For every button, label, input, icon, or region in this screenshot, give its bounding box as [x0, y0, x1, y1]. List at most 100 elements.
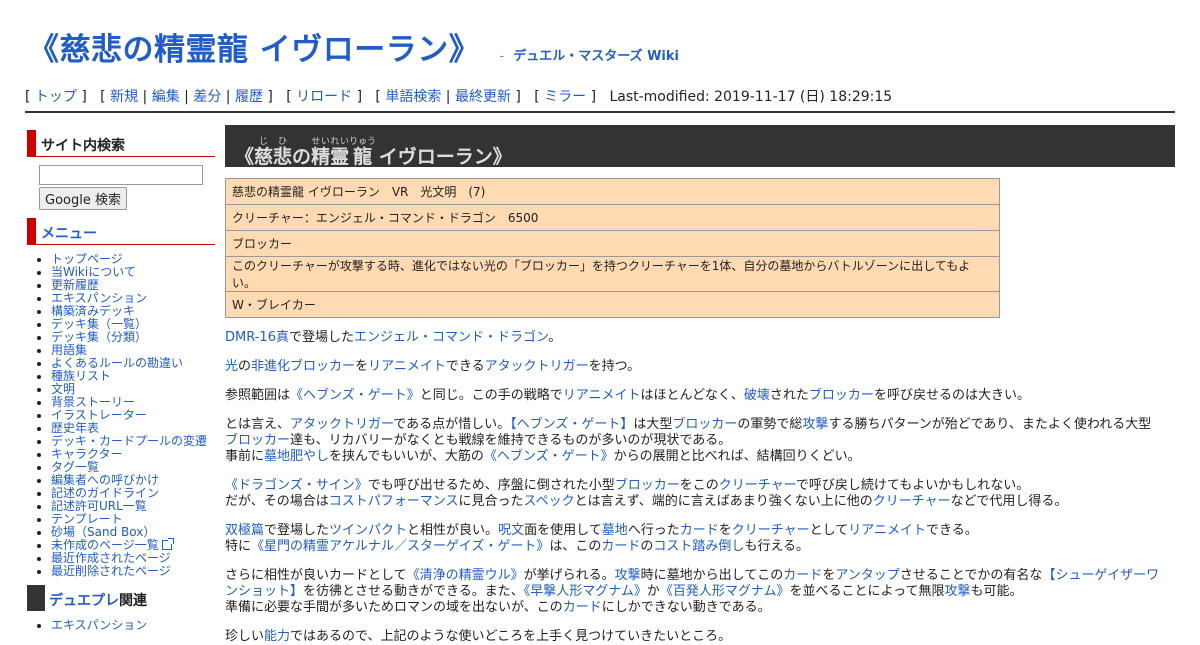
menu-link[interactable]: デッキ集（一覧）: [51, 317, 147, 331]
body-link[interactable]: リアニメイト: [563, 388, 641, 403]
sidebar: サイト内検索 Google 検索 メニュー トップページ 当Wikiについて 更…: [27, 130, 215, 632]
body-link[interactable]: 非進化: [251, 359, 290, 374]
body-link[interactable]: ンショット】: [225, 584, 303, 599]
menu-link[interactable]: 記述のガイドライン: [51, 486, 159, 500]
body-link[interactable]: アタックトリガー: [290, 417, 393, 432]
body-link[interactable]: 呪文: [498, 523, 524, 538]
duepre-link[interactable]: デュエプレ: [49, 593, 119, 609]
menu-link[interactable]: 種族リスト: [51, 369, 111, 383]
menu-link[interactable]: デッキ集（分類）: [51, 330, 147, 344]
navigation-bar: [ トップ ] [ 新規 | 編集 | 差分 | 履歴 ] [ リロード ] […: [25, 89, 893, 105]
menu-link[interactable]: 最近削除されたページ: [51, 564, 171, 578]
menu-link[interactable]: 構築済みデッキ: [51, 304, 135, 318]
body-link[interactable]: 【シューゲイザーワ: [1042, 568, 1159, 583]
body-link[interactable]: クリーチャー: [873, 494, 951, 509]
menu-link[interactable]: 未作成のページ一覧: [51, 538, 159, 552]
nav-diff-link[interactable]: 差分: [193, 89, 221, 105]
last-modified: Last-modified: 2019-11-17 (日) 18:29:15: [609, 89, 893, 105]
menu-link[interactable]: デッキ・カードプールの変遷: [51, 434, 207, 448]
site-name-link[interactable]: デュエル・マスターズ Wiki: [513, 49, 679, 64]
body-link[interactable]: 【ヘブンズ・ゲート】: [510, 417, 633, 432]
body-link[interactable]: クリーチャー: [719, 478, 796, 493]
body-link[interactable]: 《ヘブンズ・ゲート》: [484, 449, 614, 464]
body-link[interactable]: ブロッカー: [290, 359, 355, 374]
body-link[interactable]: カード: [601, 539, 640, 554]
body-link[interactable]: 《ヘブンズ・ゲート》: [290, 388, 420, 403]
menu-link[interactable]: 更新履歴: [51, 278, 99, 292]
menu-link[interactable]: 砂場（Sand Box）: [51, 525, 155, 539]
body-link[interactable]: アンタップ: [835, 568, 899, 583]
table-row: W・ブレイカー: [225, 291, 1000, 318]
card-ability-cell: このクリーチャーが攻撃する時、進化ではない光の「ブロッカー」を持つクリーチャーを…: [225, 256, 1000, 292]
body-link[interactable]: 破壊: [744, 388, 770, 403]
menu-link[interactable]: エキスパンション: [51, 291, 147, 305]
menu-link[interactable]: 歴史年表: [51, 421, 99, 435]
menu-link[interactable]: キャラクター: [51, 447, 123, 461]
menu-link[interactable]: イラストレーター: [51, 408, 147, 422]
nav-history-link[interactable]: 履歴: [235, 89, 263, 105]
list-item: 種族リスト: [51, 370, 215, 383]
menu-link[interactable]: 用語集: [51, 343, 87, 357]
body-link[interactable]: 攻撃: [945, 584, 971, 599]
body-link[interactable]: コスト踏み倒し: [653, 539, 744, 554]
body-link[interactable]: スペック: [524, 494, 575, 509]
page-title-link[interactable]: 《慈悲の精霊龍 イヴローラン》: [28, 32, 480, 68]
body-link[interactable]: 墓地肥やし: [264, 449, 329, 464]
menu-link[interactable]: タグ一覧: [51, 460, 99, 474]
body-link[interactable]: カード: [680, 523, 719, 538]
menu-link[interactable]: 編集者への呼びかけ: [51, 473, 159, 487]
body-link[interactable]: 能力: [264, 629, 290, 644]
menu-link[interactable]: 背景ストーリー: [51, 395, 135, 409]
search-input[interactable]: [39, 165, 203, 185]
body-link[interactable]: エンジェル・コマンド・ドラゴン: [354, 330, 548, 345]
paragraph-6: 双極篇で登場したツインパクトと相性が良い。呪文面を使用して墓地へ行ったカードをク…: [225, 523, 978, 554]
body-link[interactable]: 攻撃: [802, 417, 828, 432]
body-link[interactable]: 墓地: [602, 523, 628, 538]
table-row: ブロッカー: [225, 230, 1000, 257]
menu-link[interactable]: トップページ: [51, 252, 123, 266]
google-search-button[interactable]: Google 検索: [39, 187, 127, 210]
body-link[interactable]: リアニメイト: [368, 359, 446, 374]
body-link[interactable]: ブロッカー: [809, 388, 874, 403]
menu-link[interactable]: テンプレート: [51, 512, 123, 526]
nav-mirror-link[interactable]: ミラー: [544, 89, 586, 105]
menu-link[interactable]: 当Wikiについて: [51, 265, 136, 279]
body-link[interactable]: 《清浄の精霊ウル》: [407, 568, 524, 583]
body-link[interactable]: ブロッカー: [672, 417, 737, 432]
body-link[interactable]: 光: [225, 359, 238, 374]
table-row: 慈悲の精霊龍 イヴローラン VR 光文明 (7): [225, 178, 1000, 205]
body-link[interactable]: 攻撃: [615, 568, 641, 583]
card-info-table: 慈悲の精霊龍 イヴローラン VR 光文明 (7) クリーチャー：エンジェル・コマ…: [225, 178, 1000, 318]
body-link[interactable]: リアニメイト: [848, 523, 926, 538]
nav-new-link[interactable]: 新規: [110, 89, 138, 105]
menu-link[interactable]: 記述許可URL一覧: [51, 499, 147, 513]
nav-edit-link[interactable]: 編集: [152, 89, 180, 105]
body-link[interactable]: DMR-16真: [225, 330, 289, 345]
body-link[interactable]: 《早撃人形マグナム》: [524, 584, 647, 599]
body-link[interactable]: ブロッカー: [225, 433, 290, 448]
body-link[interactable]: コストパフォーマンス: [329, 494, 459, 509]
heading-marker: [27, 218, 36, 244]
menu-link[interactable]: よくあるルールの勘違い: [51, 356, 183, 370]
nav-reload-link[interactable]: リロード: [296, 89, 352, 105]
body-link[interactable]: クリーチャー: [732, 523, 810, 538]
nav-recent-link[interactable]: 最終更新: [455, 89, 511, 105]
body-link[interactable]: アタックトリガー: [485, 359, 589, 374]
list-item: 最近削除されたページ: [51, 565, 215, 578]
nav-top-link[interactable]: トップ: [35, 89, 77, 105]
body-link[interactable]: カード: [783, 568, 822, 583]
table-row: クリーチャー：エンジェル・コマンド・ドラゴン 6500: [225, 204, 1000, 231]
search-heading-text: サイト内検索: [41, 138, 125, 154]
body-link[interactable]: 双極篇: [225, 523, 264, 538]
body-link[interactable]: ブロッカー: [615, 478, 680, 493]
nav-search-link[interactable]: 単語検索: [385, 89, 441, 105]
menu-link[interactable]: 最近作成されたページ: [51, 551, 171, 565]
menu-heading-link[interactable]: メニュー: [41, 223, 97, 243]
paragraph-2: 光の非進化ブロッカーをリアニメイトできるアタックトリガーを持つ。: [225, 359, 641, 374]
body-link[interactable]: ツインパクト: [329, 523, 407, 538]
body-link[interactable]: 《ドラゴンズ・サイン》: [225, 478, 368, 493]
menu-link[interactable]: 文明: [51, 382, 75, 396]
body-link[interactable]: 《百発人形マグナム》: [660, 584, 790, 599]
body-link[interactable]: 《星門の精霊アケルナル／スターゲイズ・ゲート》: [251, 539, 549, 554]
body-link[interactable]: カード: [563, 600, 602, 615]
